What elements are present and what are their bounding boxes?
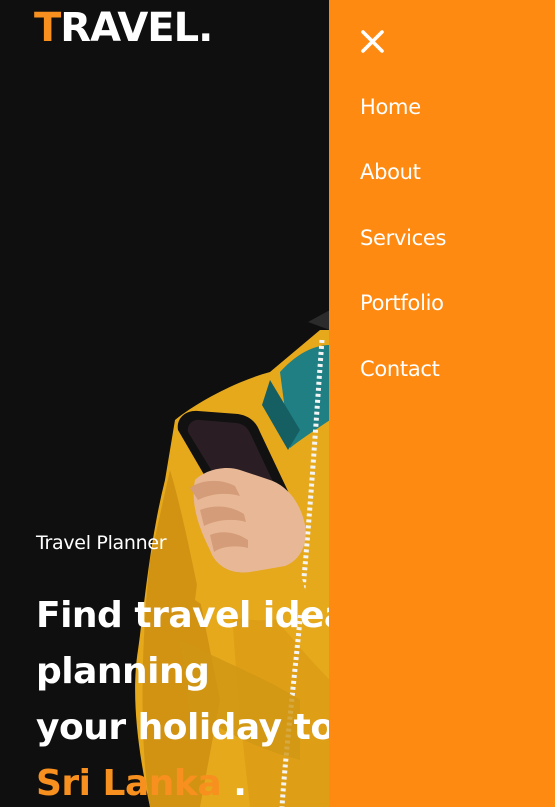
side-menu: Home About Services Portfolio Contact (329, 0, 555, 807)
menu-item-contact: Contact (360, 350, 446, 415)
logo-rest: RAVEL. (60, 5, 213, 51)
menu-link-about[interactable]: About (360, 153, 421, 191)
menu-link-services[interactable]: Services (360, 219, 446, 257)
logo-first-letter: T (34, 5, 61, 51)
menu-item-services: Services (360, 219, 446, 284)
menu-link-portfolio[interactable]: Portfolio (360, 284, 444, 322)
hero-subtitle: Travel Planner (36, 532, 167, 554)
menu-item-home: Home (360, 88, 446, 153)
menu-link-contact[interactable]: Contact (360, 350, 440, 388)
hero-destination-suffix: . (221, 763, 247, 804)
menu-list: Home About Services Portfolio Contact (360, 88, 446, 415)
menu-item-portfolio: Portfolio (360, 284, 446, 349)
close-menu-button[interactable] (359, 28, 387, 56)
page: TRAVEL. Travel Planner Find travel idea … (0, 0, 555, 807)
menu-link-home[interactable]: Home (360, 88, 421, 126)
menu-item-about: About (360, 153, 446, 218)
close-icon (361, 30, 384, 53)
hero-destination: Sri Lanka (36, 763, 222, 804)
site-logo[interactable]: TRAVEL. (34, 5, 213, 51)
